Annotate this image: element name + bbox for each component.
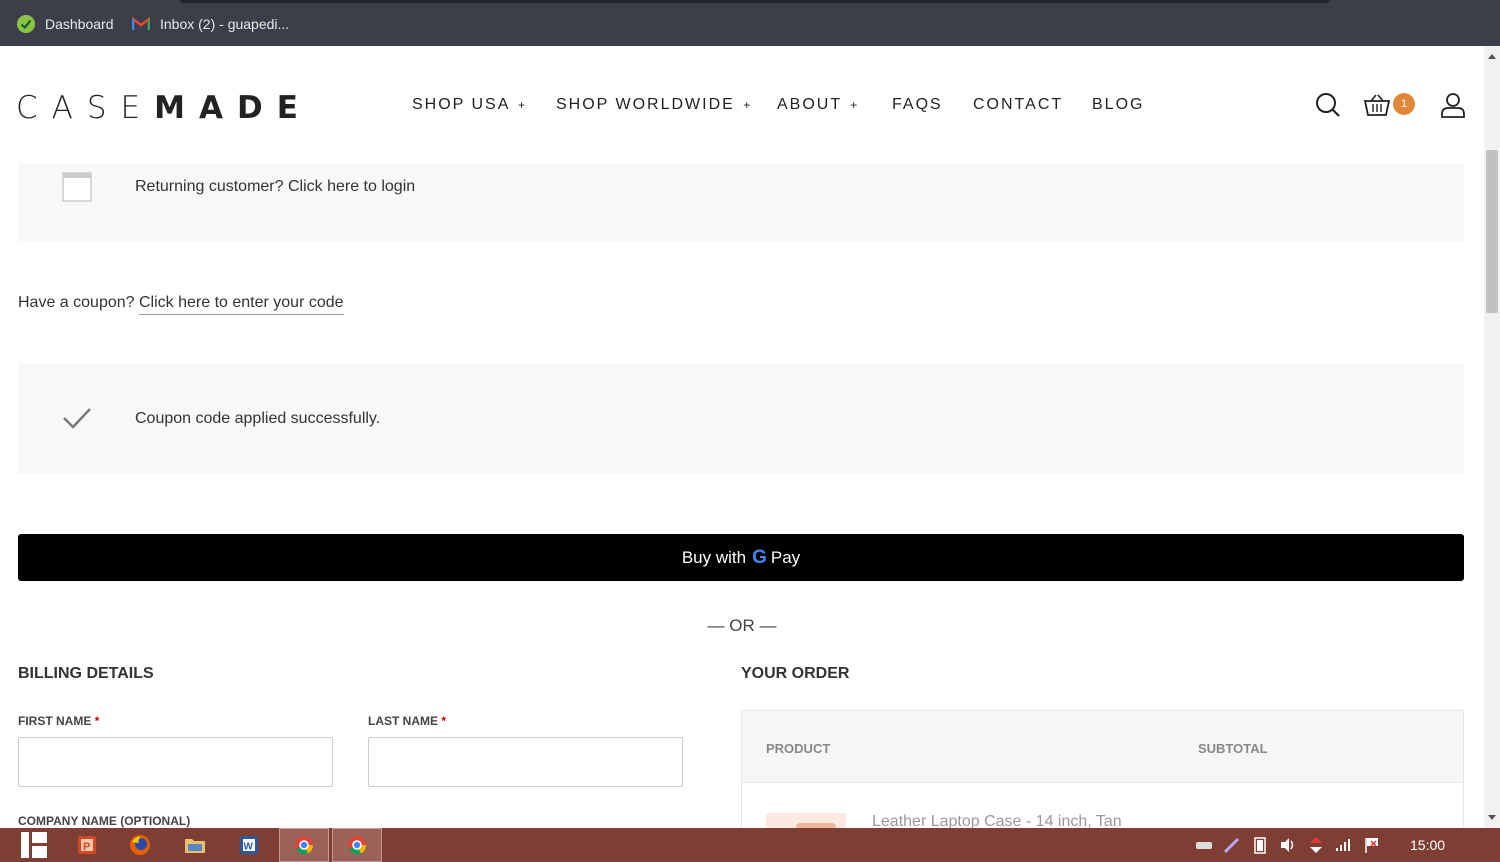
returning-customer-text: Returning customer? Click here to login [135, 178, 415, 196]
cart-basket-icon[interactable] [1363, 94, 1391, 121]
file-explorer-icon[interactable] [170, 828, 220, 862]
scrollbar-thumb[interactable] [1486, 150, 1498, 313]
nav-expand: + [517, 98, 527, 112]
logo-bold-text: MADE [154, 90, 312, 126]
pen-icon[interactable] [1222, 836, 1242, 854]
chrome-icon[interactable] [279, 828, 329, 862]
nav-label: SHOP USA [412, 96, 510, 113]
nav-faqs[interactable]: FAQS [892, 96, 943, 116]
required-mark: * [441, 714, 447, 728]
nav-label: BLOG [1092, 96, 1145, 113]
dashboard-check-icon [17, 15, 35, 33]
page-scrollbar[interactable] [1484, 46, 1500, 828]
chrome-icon[interactable] [332, 828, 382, 862]
bookmark-dashboard[interactable]: Dashboard [17, 14, 114, 34]
first-name-field[interactable] [18, 737, 333, 787]
coupon-prefix: Have a coupon? [18, 294, 135, 311]
coupon-applied-text: Coupon code applied successfully. [135, 410, 381, 427]
word-icon[interactable]: W [224, 828, 274, 862]
product-thumbnail [766, 803, 846, 828]
order-table-header: PRODUCT SUBTOTAL [742, 711, 1463, 783]
or-separator: — OR — [707, 616, 777, 635]
gpay-pay-label: Pay [770, 547, 801, 567]
enter-coupon-link[interactable]: Click here to enter your code [138, 294, 344, 315]
company-name-label: COMPANY NAME (OPTIONAL) [18, 814, 191, 828]
powerpoint-icon[interactable]: P [62, 828, 112, 862]
first-name-label: FIRST NAME * [18, 714, 99, 728]
billing-details-heading: BILLING DETAILS [18, 665, 154, 682]
account-user-icon[interactable] [1440, 92, 1466, 123]
column-product: PRODUCT [766, 741, 831, 756]
drive-icon[interactable] [1194, 836, 1214, 854]
cart-count-badge: 1 [1393, 93, 1415, 115]
svg-text:P: P [83, 841, 90, 853]
nav-about[interactable]: ABOUT + [777, 96, 859, 116]
gmail-icon [132, 15, 150, 33]
returning-customer-notice: Returning customer? Click here to login [18, 164, 1464, 241]
required-mark: * [94, 714, 100, 728]
window-icon [62, 172, 92, 207]
checkmark-icon [62, 406, 92, 435]
coupon-applied-notice: Coupon code applied successfully. [18, 364, 1464, 474]
nav-shop-worldwide[interactable]: SHOP WORLDWIDE + [556, 96, 752, 116]
casemade-logo[interactable]: CASE MADE [16, 90, 312, 126]
battery-icon[interactable] [1250, 836, 1270, 854]
bookmark-label: Inbox (2) - guapedi... [160, 16, 290, 32]
scroll-down-icon[interactable] [1488, 815, 1496, 820]
nav-label: CONTACT [973, 96, 1064, 113]
windows-taskbar: P W 15:00 [0, 828, 1500, 862]
order-table: PRODUCT SUBTOTAL Leather Laptop Case - 1… [741, 710, 1464, 828]
google-pay-button[interactable]: Buy with G Pay [18, 534, 1464, 581]
nav-label: FAQS [892, 96, 943, 113]
checkout-page: CASE MADE SHOP USA + SHOP WORLDWIDE + ABO… [0, 46, 1484, 828]
signal-icon[interactable] [1334, 836, 1354, 854]
nav-label: ABOUT [777, 96, 842, 113]
logo-light-text: CASE [16, 90, 155, 126]
nav-shop-usa[interactable]: SHOP USA + [412, 96, 527, 116]
gpay-prefix: Buy with [681, 547, 747, 567]
product-name[interactable]: Leather Laptop Case - 14 inch, Tan [872, 813, 1122, 828]
last-name-field[interactable] [368, 737, 683, 787]
start-icon[interactable] [10, 828, 58, 862]
last-name-label: LAST NAME * [368, 714, 446, 728]
nav-contact[interactable]: CONTACT [973, 96, 1063, 116]
nav-expand: + [850, 98, 860, 112]
coupon-prompt: Have a coupon? Click here to enter your … [18, 294, 344, 315]
label-text: LAST NAME [368, 714, 438, 728]
nav-label: SHOP WORLDWIDE [556, 96, 735, 113]
flag-icon[interactable] [1362, 836, 1382, 854]
system-clock[interactable]: 15:00 [1410, 837, 1445, 853]
network-arrows-icon[interactable] [1306, 836, 1326, 854]
google-g-icon: G [752, 546, 767, 568]
nav-expand: + [743, 98, 753, 112]
svg-text:W: W [244, 842, 254, 853]
scroll-up-icon[interactable] [1488, 54, 1496, 59]
firefox-icon[interactable] [115, 828, 165, 862]
nav-blog[interactable]: BLOG [1092, 96, 1144, 116]
bookmark-label: Dashboard [45, 16, 114, 32]
your-order-heading: YOUR ORDER [741, 665, 850, 682]
address-bar-edge [180, 0, 1330, 3]
search-icon[interactable] [1315, 92, 1341, 123]
returning-prefix: Returning customer? [135, 178, 284, 195]
login-link[interactable]: Click here to login [288, 178, 415, 195]
bookmarks-bar: Dashboard Inbox (2) - guapedi... [0, 0, 1500, 46]
label-text: FIRST NAME [18, 714, 92, 728]
volume-icon[interactable] [1278, 836, 1298, 854]
bookmark-inbox[interactable]: Inbox (2) - guapedi... [132, 14, 289, 34]
column-subtotal: SUBTOTAL [1198, 741, 1268, 756]
